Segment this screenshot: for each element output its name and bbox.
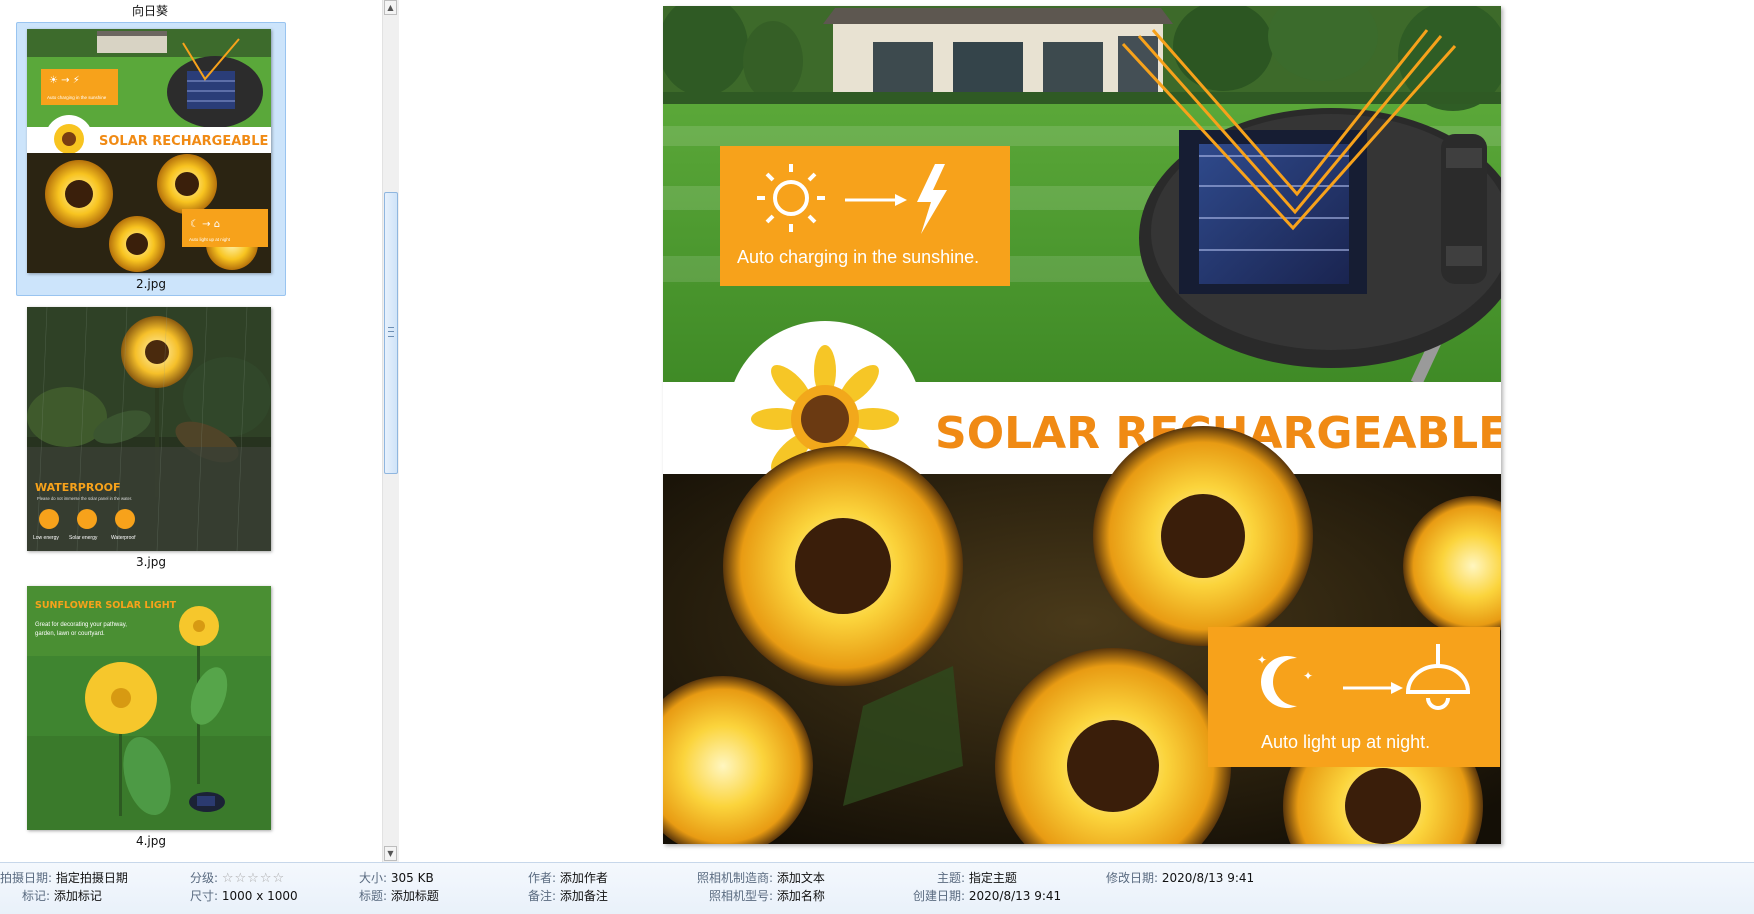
thumbnail-filename: 3.jpg (135, 555, 167, 569)
tags-label: 标记: (22, 889, 51, 903)
thumb4-subtitle: Great for decorating your pathway, (35, 622, 127, 628)
comments-label: 备注: (528, 889, 557, 903)
comments-value[interactable]: 添加备注 (560, 889, 608, 903)
date-taken-label: 拍摄日期: (0, 871, 53, 885)
modified-row: 修改日期: 2020/8/13 9:41 (1106, 869, 1254, 886)
title-label: 标题: (359, 889, 388, 903)
date-taken-value[interactable]: 指定拍摄日期 (56, 871, 128, 885)
author-value[interactable]: 添加作者 (560, 871, 608, 885)
thumb3-feature: Solar energy (69, 535, 98, 541)
size-label: 大小: (359, 871, 388, 885)
thumbnail-pane: 向日葵 ☀ → ⚡ Auto charging in the sunshine … (0, 0, 383, 862)
subject-label: 主题: (937, 871, 966, 885)
thumbnail-item[interactable]: SUNFLOWER SOLAR LIGHT Great for decorati… (16, 579, 286, 853)
camera-model-row: 照相机型号: 添加名称 (709, 887, 825, 904)
camera-maker-row: 照相机制造商: 添加文本 (697, 869, 825, 886)
thumb2-badge1: Auto charging in the sunshine (47, 95, 107, 100)
camera-maker-value[interactable]: 添加文本 (777, 871, 825, 885)
created-value: 2020/8/13 9:41 (968, 889, 1062, 903)
rating-row: 分级: ☆☆☆☆☆ (190, 869, 285, 886)
thumb3-title: WATERPROOF (35, 481, 121, 494)
thumbnail-image: WATERPROOF Please do not immerse the sol… (27, 307, 271, 551)
details-pane: 拍摄日期: 指定拍摄日期 标记: 添加标记 分级: ☆☆☆☆☆ 尺寸: 1000… (0, 862, 1754, 914)
thumbnail-scrollbar[interactable]: ▲ ▼ (382, 0, 399, 862)
date-taken-row: 拍摄日期: 指定拍摄日期 (0, 869, 128, 886)
rating-label: 分级: (190, 871, 219, 885)
camera-model-value[interactable]: 添加名称 (777, 889, 825, 903)
thumb3-feature: Waterproof (111, 535, 136, 541)
thumb4-title: SUNFLOWER SOLAR LIGHT (35, 600, 177, 611)
created-row: 创建日期: 2020/8/13 9:41 (913, 887, 1061, 904)
preview-pane: Auto charging in the sunshine. SOLAR REC… (399, 0, 1754, 862)
modified-value: 2020/8/13 9:41 (1161, 871, 1255, 885)
dimensions-value: 1000 x 1000 (221, 889, 298, 903)
preview-image: Auto charging in the sunshine. SOLAR REC… (663, 6, 1501, 844)
author-row: 作者: 添加作者 (528, 869, 608, 886)
camera-maker-label: 照相机制造商: (697, 871, 774, 885)
grip-icon (388, 327, 394, 337)
svg-text:✦: ✦ (1257, 653, 1267, 667)
comments-row: 备注: 添加备注 (528, 887, 608, 904)
thumbnail-filename: 4.jpg (135, 834, 167, 848)
camera-model-label: 照相机型号: (709, 889, 774, 903)
photo-viewer-window: 向日葵 ☀ → ⚡ Auto charging in the sunshine … (0, 0, 1754, 914)
size-row: 大小: 305 KB (359, 869, 434, 886)
size-value: 305 KB (390, 871, 434, 885)
thumbnail-item[interactable]: WATERPROOF Please do not immerse the sol… (16, 300, 286, 574)
scroll-up-arrow-icon[interactable]: ▲ (384, 0, 397, 15)
dimensions-row: 尺寸: 1000 x 1000 (190, 887, 298, 904)
modified-label: 修改日期: (1106, 871, 1159, 885)
thumbnail-image: ☀ → ⚡ Auto charging in the sunshine SOLA… (27, 29, 271, 273)
thumb3-subtitle: Please do not immerse the solar panel in… (37, 496, 132, 501)
thumb2-badge2: Auto light up at night (189, 237, 231, 242)
svg-text:☀ → ⚡: ☀ → ⚡ (49, 75, 80, 86)
dimensions-label: 尺寸: (190, 889, 219, 903)
subject-value[interactable]: 指定主题 (969, 871, 1017, 885)
thumb4-subtitle: garden, lawn or courtyard. (35, 631, 105, 637)
preview-badge-top-text: Auto charging in the sunshine. (737, 247, 979, 267)
title-value[interactable]: 添加标题 (391, 889, 439, 903)
title-row: 标题: 添加标题 (359, 887, 439, 904)
folder-name: 向日葵 (131, 4, 168, 18)
thumb2-banner: SOLAR RECHARGEABLE (99, 134, 268, 149)
thumbnail-filename: 2.jpg (135, 277, 167, 291)
thumbnail-item[interactable]: ☀ → ⚡ Auto charging in the sunshine SOLA… (16, 22, 286, 296)
preview-badge-bottom-text: Auto light up at night. (1261, 732, 1430, 752)
scroll-down-arrow-icon[interactable]: ▼ (384, 846, 397, 861)
tags-row: 标记: 添加标记 (22, 887, 102, 904)
rating-stars-icon[interactable]: ☆☆☆☆☆ (222, 871, 285, 886)
svg-text:☾ → ⌂: ☾ → ⌂ (190, 219, 220, 230)
scrollbar-thumb[interactable] (384, 192, 398, 474)
author-label: 作者: (528, 871, 557, 885)
created-label: 创建日期: (913, 889, 966, 903)
thumb3-feature: Low energy (33, 535, 59, 541)
svg-text:✦: ✦ (1303, 669, 1313, 683)
subject-row: 主题: 指定主题 (937, 869, 1017, 886)
tags-value[interactable]: 添加标记 (54, 889, 102, 903)
thumbnail-image: SUNFLOWER SOLAR LIGHT Great for decorati… (27, 586, 271, 830)
